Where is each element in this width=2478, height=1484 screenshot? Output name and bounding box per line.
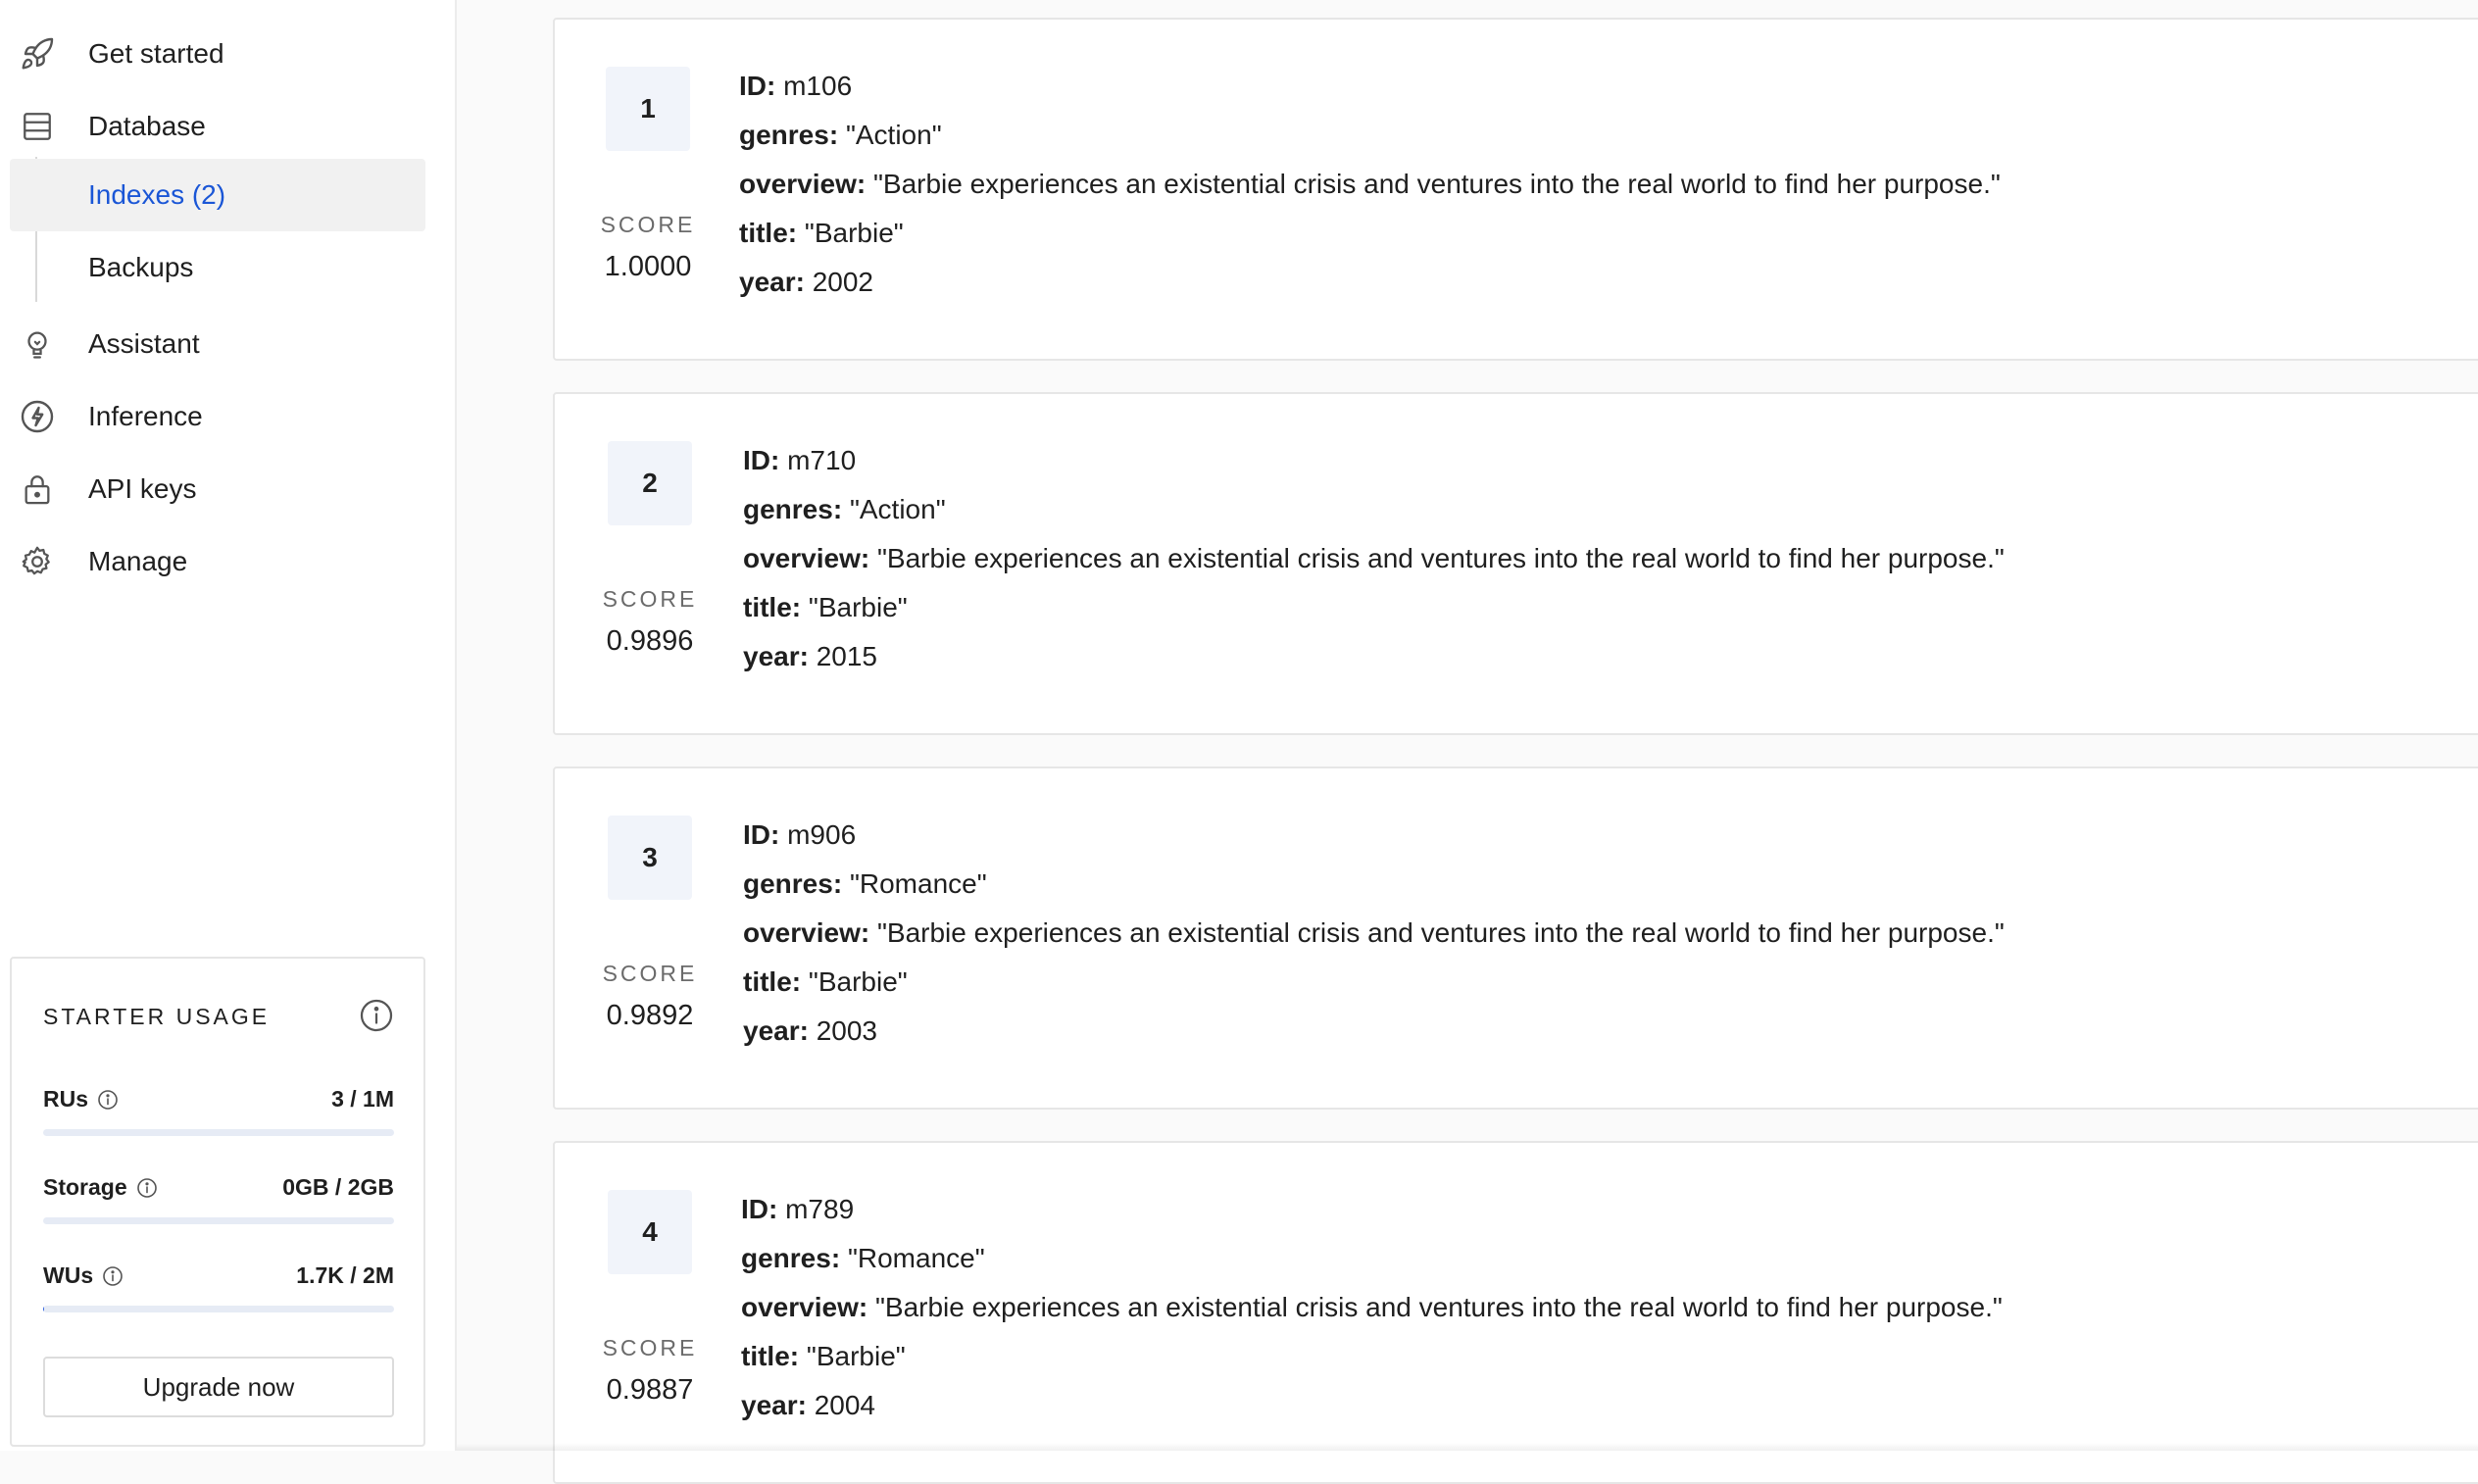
info-icon[interactable] [359,998,394,1033]
field-id: ID: m710 [743,443,2005,492]
usage-title: STARTER USAGE [43,1004,270,1030]
score-value: 1.0000 [588,251,708,283]
result-rank: 2 [608,441,692,525]
score-label: SCORE [590,1335,710,1361]
field-genres: genres: "Action" [739,118,2001,167]
field-genres: genres: "Romance" [741,1241,2003,1290]
usage-progress-bar [43,1217,394,1224]
usage-label: RUs [43,1086,88,1113]
field-overview: overview: "Barbie experiences an existen… [739,167,2001,216]
nav-item-database[interactable]: Database [10,90,425,163]
field-year: year: 2004 [741,1388,2003,1437]
result-rank: 3 [608,816,692,900]
field-genres: genres: "Romance" [743,866,2005,915]
score-value: 0.9887 [590,1374,710,1407]
nav-label-get-started: Get started [88,38,224,70]
result-fields: ID: m106 genres: "Action" overview: "Bar… [739,69,2001,314]
sub-label-backups: Backups [88,252,193,283]
info-icon[interactable] [101,1264,124,1288]
nav-label-assistant: Assistant [88,328,200,360]
field-id: ID: m789 [741,1192,2003,1241]
field-year: year: 2002 [739,265,2001,314]
usage-row-storage: Storage 0GB / 2GB [43,1174,394,1233]
sidebar: Get started Database Indexes (2) Backups… [0,0,457,1451]
field-title: title: "Barbie" [741,1339,2003,1388]
result-card: 2 SCORE 0.9896 ID: m710 genres: "Action"… [553,392,2478,735]
field-title: title: "Barbie" [743,590,2005,639]
usage-value: 0GB / 2GB [282,1174,394,1201]
lock-icon [18,470,57,509]
result-card: 1 SCORE 1.0000 ID: m106 genres: "Action"… [553,18,2478,361]
field-overview: overview: "Barbie experiences an existen… [743,541,2005,590]
nav-item-assistant[interactable]: Assistant [10,308,425,380]
starter-usage-card: STARTER USAGE RUs 3 / 1M Storage [10,957,425,1447]
lightbulb-icon [18,324,57,364]
result-card: 4 SCORE 0.9887 ID: m789 genres: "Romance… [553,1141,2478,1484]
database-icon [18,107,57,146]
field-year: year: 2003 [743,1014,2005,1063]
nav-label-inference: Inference [88,401,203,432]
result-fields: ID: m710 genres: "Action" overview: "Bar… [743,443,2005,688]
field-overview: overview: "Barbie experiences an existen… [743,915,2005,965]
result-card: 3 SCORE 0.9892 ID: m906 genres: "Romance… [553,767,2478,1110]
result-rank: 4 [608,1190,692,1274]
usage-value: 1.7K / 2M [296,1262,394,1289]
sidebar-item-indexes[interactable]: Indexes (2) [10,159,425,231]
nav-item-api-keys[interactable]: API keys [10,453,425,525]
usage-progress-bar [43,1306,394,1312]
bolt-icon [18,397,57,436]
usage-value: 3 / 1M [331,1086,394,1113]
nav-label-database: Database [88,111,206,142]
score-label: SCORE [590,586,710,613]
usage-progress-bar [43,1129,394,1136]
field-title: title: "Barbie" [739,216,2001,265]
info-icon[interactable] [135,1176,159,1200]
usage-row-wus: WUs 1.7K / 2M [43,1262,394,1321]
result-fields: ID: m906 genres: "Romance" overview: "Ba… [743,817,2005,1063]
sub-label-indexes: Indexes (2) [88,179,225,211]
sidebar-item-backups[interactable]: Backups [10,231,425,304]
rocket-icon [18,34,57,74]
result-rank: 1 [606,67,690,151]
search-results: 1 SCORE 1.0000 ID: m106 genres: "Action"… [553,0,2478,1451]
info-icon[interactable] [96,1088,120,1112]
gear-icon [18,542,57,581]
field-id: ID: m106 [739,69,2001,118]
field-id: ID: m906 [743,817,2005,866]
usage-label: WUs [43,1262,93,1289]
nav-label-manage: Manage [88,546,187,577]
result-fields: ID: m789 genres: "Romance" overview: "Ba… [741,1192,2003,1437]
score-value: 0.9892 [590,1000,710,1032]
score-value: 0.9896 [590,625,710,658]
usage-label: Storage [43,1174,127,1201]
nav-item-manage[interactable]: Manage [10,525,425,598]
field-year: year: 2015 [743,639,2005,688]
nav-label-api-keys: API keys [88,473,196,505]
score-label: SCORE [590,961,710,987]
nav-item-get-started[interactable]: Get started [10,18,425,90]
field-genres: genres: "Action" [743,492,2005,541]
score-label: SCORE [588,212,708,238]
scroll-shadow [457,1443,2478,1451]
field-title: title: "Barbie" [743,965,2005,1014]
usage-row-rus: RUs 3 / 1M [43,1086,394,1145]
field-overview: overview: "Barbie experiences an existen… [741,1290,2003,1339]
nav-item-inference[interactable]: Inference [10,380,425,453]
upgrade-now-button[interactable]: Upgrade now [43,1357,394,1417]
